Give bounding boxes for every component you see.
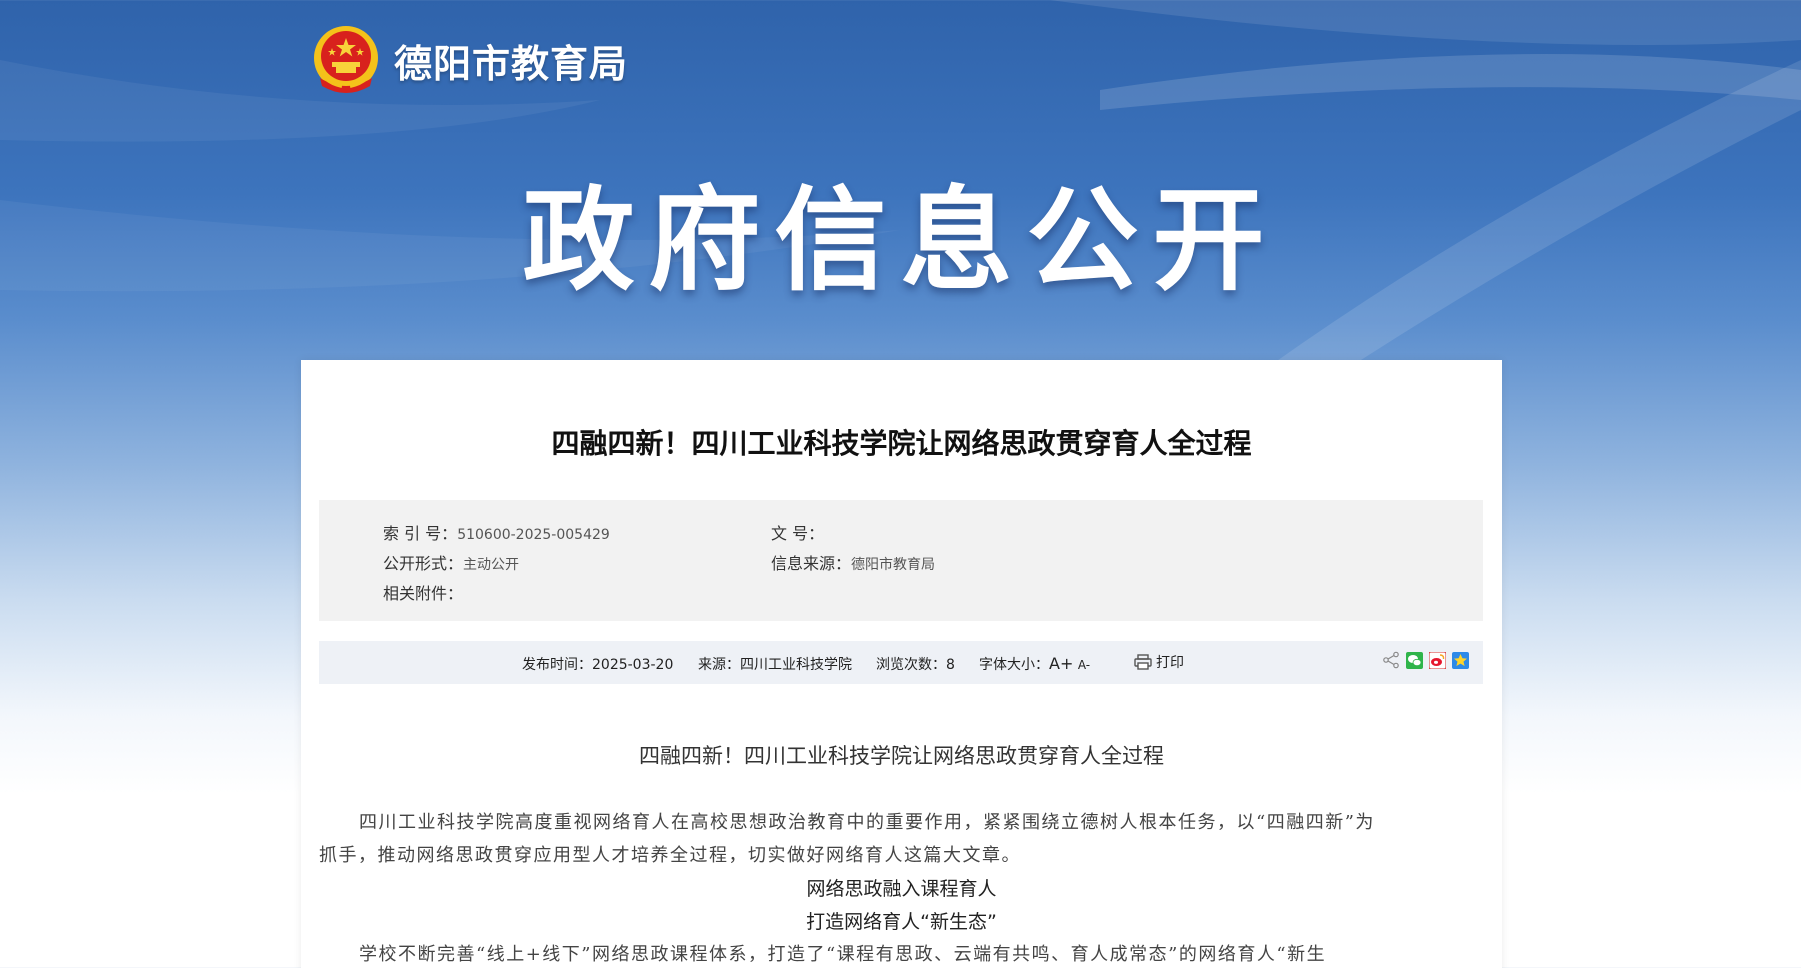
article-source-label: 来源： [698, 657, 740, 673]
meta-index: 索 引 号：510600-2025-005429 [383, 520, 610, 544]
meta-doc-no: 文 号： [771, 520, 824, 544]
meta-index-value: 510600-2025-005429 [457, 527, 610, 543]
article-source-value: 四川工业科技学院 [740, 657, 852, 673]
publish-time: 发布时间：2025-03-20 [522, 654, 673, 674]
font-size-control: 字体大小：A+ A- [979, 654, 1090, 674]
qzone-icon[interactable] [1452, 651, 1469, 669]
print-button[interactable]: 打印 [1134, 652, 1184, 672]
meta-source-label: 信息来源： [771, 554, 852, 573]
meta-source: 信息来源：德阳市教育局 [771, 550, 935, 574]
meta-open-form: 公开形式：主动公开 [383, 550, 519, 574]
print-label: 打印 [1156, 655, 1184, 671]
publish-date: 2025-03-20 [592, 657, 674, 673]
meta-doc-no-label: 文 号： [771, 524, 825, 543]
section-subhead-2: 打造网络育人“新生态” [806, 911, 997, 933]
article-source: 来源：四川工业科技学院 [698, 654, 852, 674]
hero-title: 政府信息公开 [522, 176, 1279, 306]
meta-source-value: 德阳市教育局 [851, 557, 936, 573]
meta-open-form-value: 主动公开 [463, 557, 520, 573]
view-count-label: 浏览次数： [876, 657, 946, 673]
meta-attachment-label: 相关附件： [383, 584, 464, 603]
body-heading: 四融四新！四川工业科技学院让网络思政贯穿育人全过程 [639, 744, 1164, 768]
site-header: 德阳市教育局 [312, 24, 628, 96]
meta-index-label: 索 引 号： [383, 524, 458, 543]
metadata-box: 索 引 号：510600-2025-005429 文 号： 公开形式：主动公开 … [319, 500, 1483, 621]
view-count-value: 8 [946, 657, 955, 673]
font-increase-button[interactable]: A+ [1049, 654, 1073, 673]
intro-paragraph-line1: 四川工业科技学院高度重视网络育人在高校思想政治教育中的重要作用，紧紧围绕立德树人… [359, 812, 1375, 833]
article-title: 四融四新！四川工业科技学院让网络思政贯穿育人全过程 [551, 427, 1252, 460]
meta-attachment: 相关附件： [383, 580, 463, 604]
publish-time-label: 发布时间： [522, 657, 592, 673]
view-count: 浏览次数：8 [876, 654, 955, 674]
article-info-bar: 发布时间：2025-03-20 来源：四川工业科技学院 浏览次数：8 字体大小：… [319, 641, 1483, 684]
intro-paragraph-line2: 抓手，推动网络思政贯穿应用型人才培养全过程，切实做好网络育人这篇大文章。 [319, 845, 1021, 866]
meta-open-form-label: 公开形式： [383, 554, 464, 573]
printer-icon [1134, 654, 1152, 670]
national-emblem-icon[interactable] [312, 24, 380, 96]
font-decrease-button[interactable]: A- [1078, 658, 1090, 672]
font-size-label: 字体大小： [979, 657, 1049, 673]
weibo-icon[interactable] [1429, 651, 1446, 669]
share-toolbar [1382, 651, 1469, 669]
share-icon[interactable] [1382, 651, 1400, 669]
wechat-icon[interactable] [1406, 651, 1423, 669]
paragraph-2-line1: 学校不断完善“线上+线下”网络思政课程体系，打造了“课程有思政、云端有共鸣、育人… [359, 944, 1327, 965]
content-card: 四融四新！四川工业科技学院让网络思政贯穿育人全过程 索 引 号：510600-2… [301, 360, 1502, 968]
section-subhead-1: 网络思政融入课程育人 [806, 878, 997, 900]
site-name[interactable]: 德阳市教育局 [394, 33, 628, 88]
